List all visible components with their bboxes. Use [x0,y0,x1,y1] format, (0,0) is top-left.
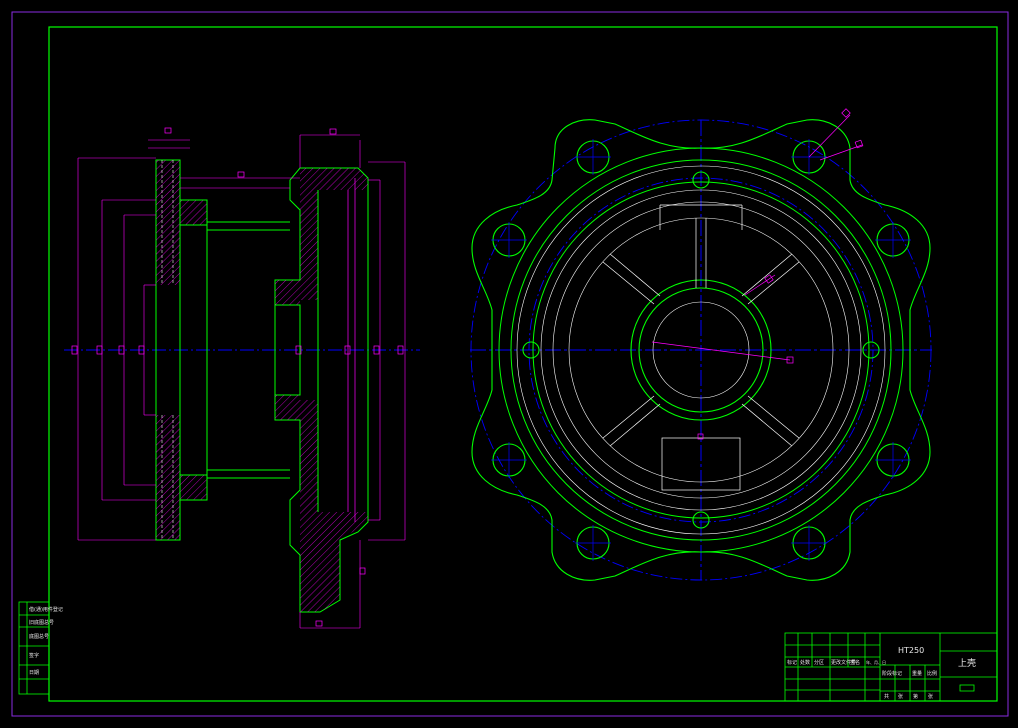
part-name: 上壳 [958,657,976,669]
sheet-total-prefix: 共 [884,693,889,700]
front-dimensions [651,108,864,440]
housing-profile [274,167,369,613]
side-row-0: 借(通)用件登记 [29,606,63,613]
cad-drawing-sheet: 借(通)用件登记 旧底图总号 底图总号 签字 日期 HT250 上壳 标记 处数… [11,11,1009,717]
header-col-2: 分区 [814,659,824,666]
side-row-2: 底图总号 [29,633,49,640]
side-row-1: 旧底图总号 [29,619,54,626]
section-view [64,127,420,629]
title-block-text: HT250 上壳 标记 处数 分区 更改文件号 签名 年、月、日 阶段标记 重量… [787,646,976,700]
side-row-3: 签字 [29,652,39,659]
header-col-4: 签名 [850,659,860,666]
section-dimensions [77,134,406,629]
sheet-number-prefix: 第 [913,693,918,700]
sheet-total-suffix: 张 [898,693,903,700]
left-side-table [18,601,50,695]
left-side-table-labels: 借(通)用件登记 旧底图总号 底图总号 签字 日期 [29,606,63,676]
weight-label: 重量 [912,670,922,677]
inner-border [48,26,998,702]
front-view [470,108,932,581]
material-label: HT250 [898,646,924,655]
header-col-5: 年、月、日 [866,659,886,665]
scale-label: 比例 [927,670,937,677]
sheet-borders [11,11,1009,717]
sheet-number-suffix: 张 [928,693,933,700]
outer-border [11,11,1009,717]
stage-label: 阶段标记 [882,670,902,677]
section-dim-markers [71,127,404,627]
header-col-0: 标记 [787,659,797,666]
side-row-4: 日期 [29,670,39,676]
header-col-1: 处数 [800,659,810,666]
